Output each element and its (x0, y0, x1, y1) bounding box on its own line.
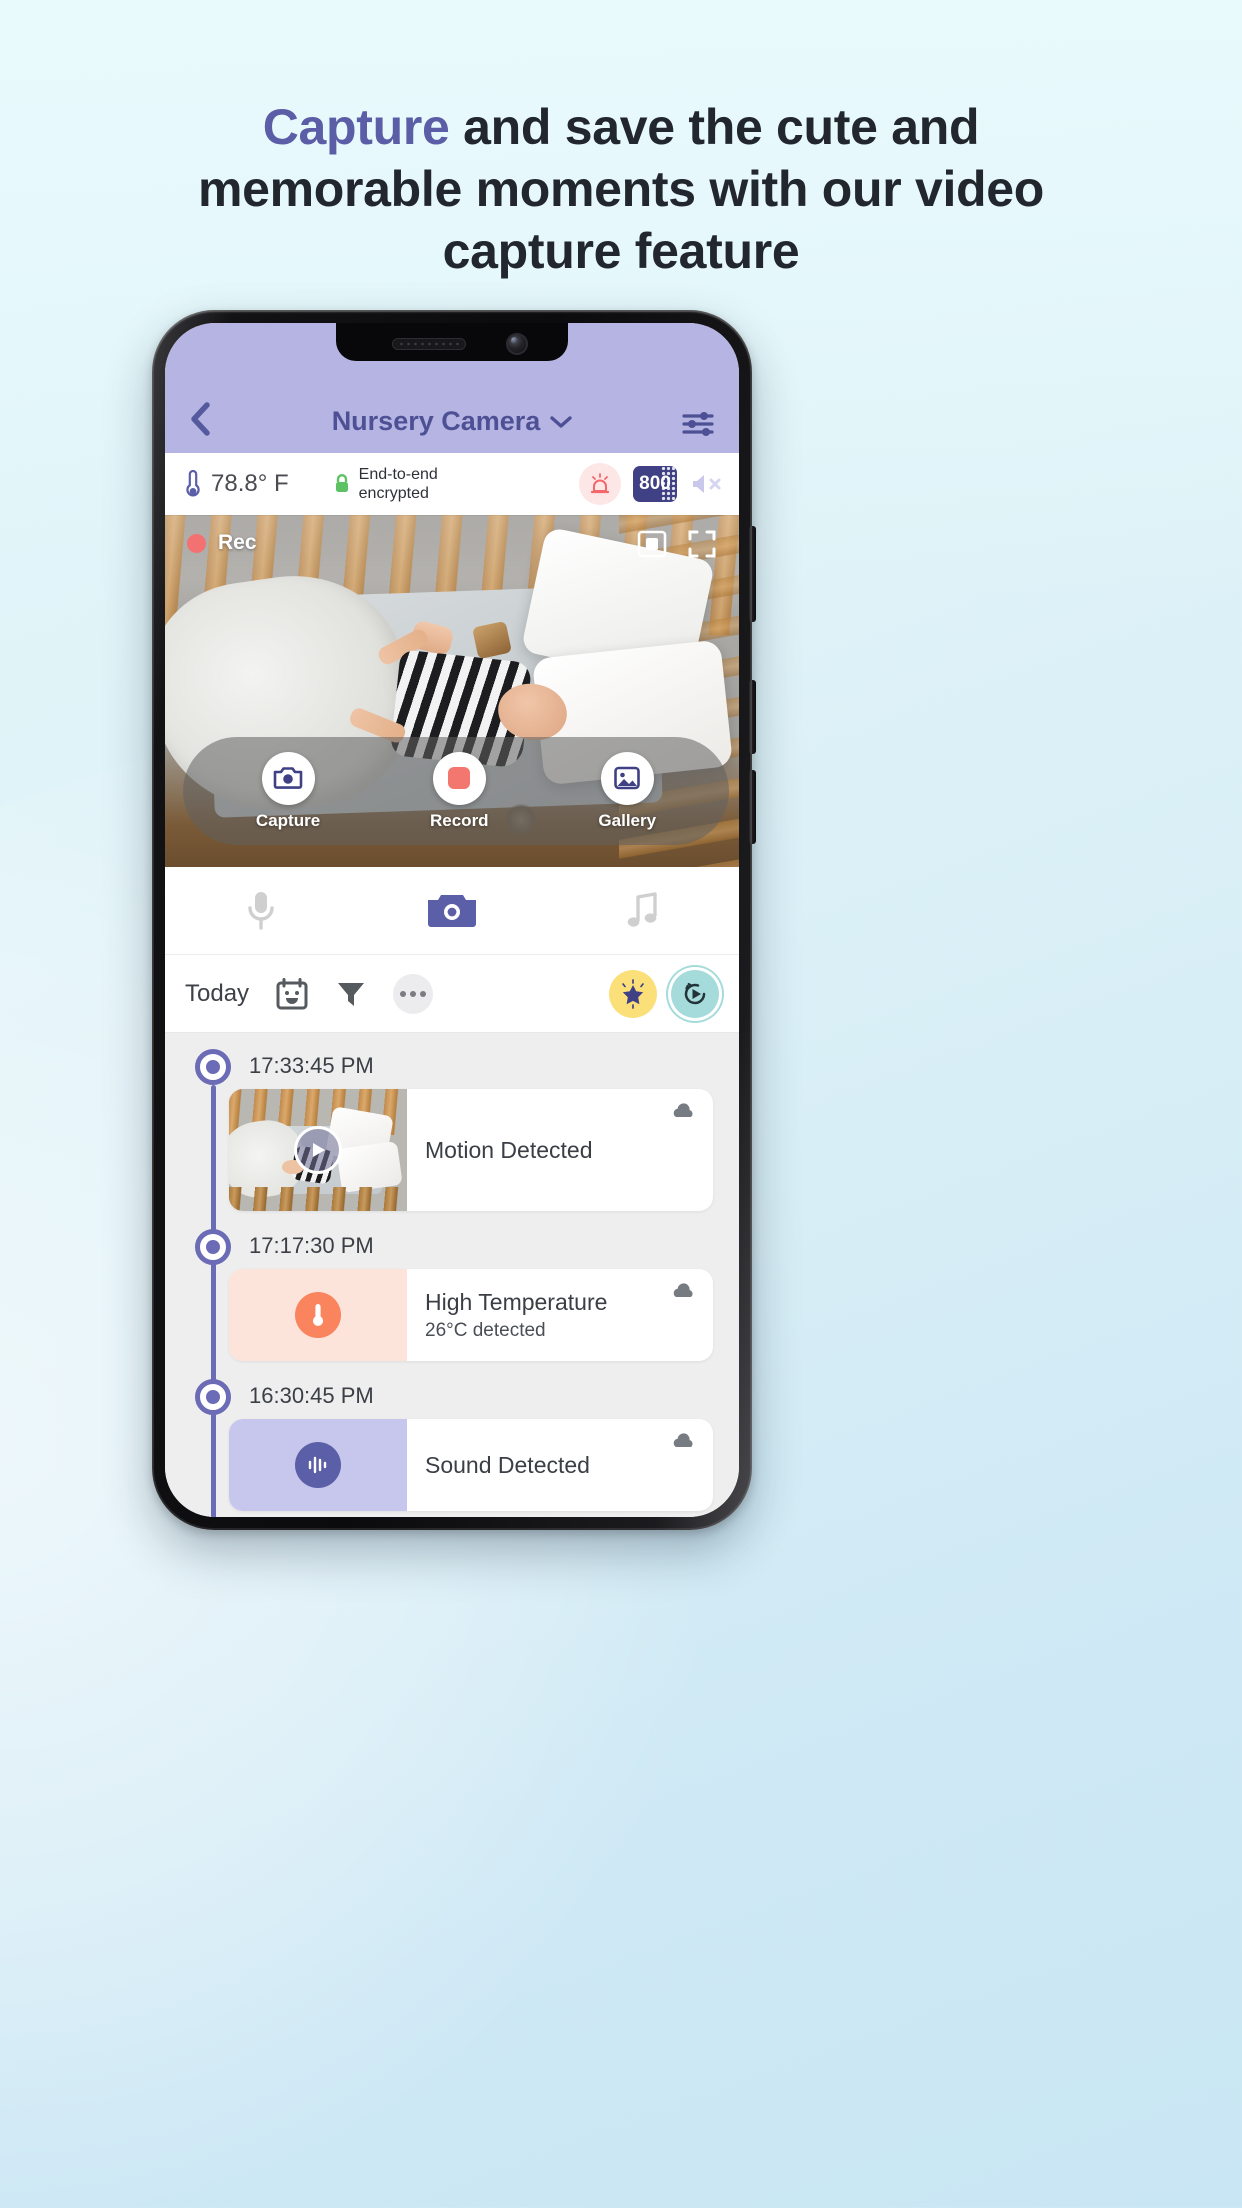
capture-button[interactable]: Capture (255, 751, 321, 831)
live-video-feed[interactable]: Rec Capture Record Gallery (165, 515, 739, 867)
timeline-node (195, 1379, 231, 1415)
event-thumbnail (229, 1419, 407, 1511)
alarm-button[interactable] (579, 463, 621, 505)
timeline-item[interactable]: 17:33:45 PM Motion Detected (165, 1049, 739, 1211)
event-title: Motion Detected (425, 1136, 593, 1163)
mode-tab-bar (165, 867, 739, 955)
timeline-item[interactable]: 17:17:30 PM High Temperature 26°C detect… (165, 1229, 739, 1361)
event-thumbnail[interactable] (229, 1089, 407, 1211)
capture-button-circle (261, 751, 315, 805)
event-thumbnail (229, 1269, 407, 1361)
sparkle-star-icon (622, 978, 644, 1009)
replay-button[interactable] (671, 969, 719, 1018)
earpiece-speaker (392, 338, 466, 350)
capture-button-label: Capture (255, 810, 321, 830)
phone-volume-up-button (749, 680, 756, 754)
funnel-icon[interactable] (335, 978, 367, 1010)
camera-icon (273, 767, 303, 789)
camera-icon (427, 894, 476, 927)
phone-notch (336, 323, 568, 361)
recording-indicator: Rec (187, 531, 257, 555)
sliders-icon (682, 412, 714, 436)
thermometer-icon (186, 469, 200, 497)
today-label[interactable]: Today (185, 980, 249, 1008)
replay-play-icon (684, 981, 706, 1004)
sound-badge (295, 1442, 341, 1488)
play-icon (313, 1143, 325, 1157)
calendar-smiley-icon[interactable] (275, 977, 309, 1011)
record-button-label: Record (430, 810, 489, 830)
chevron-left-icon (191, 402, 210, 436)
encryption-line-1: End-to-end (358, 466, 438, 483)
event-card[interactable]: Sound Detected (229, 1419, 713, 1511)
mute-button[interactable] (689, 471, 723, 497)
camera-title-label: Nursery Camera (331, 406, 541, 436)
gallery-button[interactable]: Gallery (598, 751, 657, 831)
ellipsis-icon (400, 990, 407, 997)
event-time: 17:17:30 PM (249, 1233, 374, 1258)
back-button[interactable] (189, 401, 233, 437)
timeline-node (195, 1049, 231, 1085)
encryption-line-2: encrypted (358, 485, 429, 502)
record-dot-icon (187, 533, 206, 553)
gallery-button-circle (600, 751, 654, 805)
headline-accent-word: Capture (262, 99, 450, 155)
quality-badge[interactable]: 800 (633, 466, 677, 502)
highlights-button[interactable] (609, 969, 657, 1018)
cloud-icon[interactable] (671, 1433, 697, 1451)
phone-volume-down-button (749, 770, 756, 844)
event-title: High Temperature (425, 1288, 608, 1315)
temperature-value: 78.8° F (211, 470, 289, 497)
camera-title[interactable]: Nursery Camera (233, 406, 671, 437)
speaker-mute-icon (693, 475, 721, 493)
tab-camera[interactable] (356, 889, 547, 933)
picture-in-picture-icon[interactable] (637, 529, 667, 559)
timeline-node (195, 1229, 231, 1265)
timeline-item[interactable]: 16:30:45 PM Sound Detected (165, 1379, 739, 1511)
tab-microphone[interactable] (165, 889, 356, 933)
siren-icon (590, 473, 610, 494)
thermometer-icon (313, 1304, 323, 1326)
waveform-icon (308, 1456, 327, 1474)
page-headline: Capture and save the cute and memorable … (0, 96, 1242, 282)
timeline-filter-bar: Today (165, 955, 739, 1033)
play-overlay-button[interactable] (294, 1126, 342, 1174)
phone-screen: Nursery Camera 78.8° F End-to-end encryp… (165, 323, 739, 1517)
tab-music[interactable] (548, 891, 739, 931)
record-button-circle (432, 751, 486, 805)
encryption-indicator: End-to-end encrypted (333, 465, 438, 503)
record-button[interactable]: Record (430, 751, 489, 831)
quality-badge-label: 800 (639, 473, 671, 494)
more-options-button[interactable] (393, 973, 434, 1014)
event-card[interactable]: Motion Detected (229, 1089, 713, 1211)
event-title: Sound Detected (425, 1451, 590, 1478)
info-bar-actions: 800 (579, 463, 723, 505)
chevron-down-icon (550, 415, 573, 428)
video-control-bar: Capture Record Gallery (183, 737, 729, 845)
microphone-icon (247, 891, 274, 930)
record-label: Rec (218, 531, 257, 554)
phone-power-button (749, 526, 756, 622)
cloud-icon[interactable] (671, 1283, 697, 1301)
status-info-bar: 78.8° F End-to-end encrypted 800 (165, 453, 739, 515)
record-stop-icon (448, 767, 471, 789)
gallery-button-label: Gallery (598, 810, 657, 830)
video-tools (637, 529, 717, 559)
lock-icon (335, 474, 348, 492)
settings-button[interactable] (671, 411, 715, 437)
event-time: 16:30:45 PM (249, 1383, 374, 1408)
fullscreen-icon[interactable] (687, 529, 717, 559)
event-subtitle: 26°C detected (425, 1319, 546, 1341)
front-camera (506, 333, 528, 355)
cloud-icon[interactable] (671, 1103, 697, 1121)
temperature-readout: 78.8° F (185, 469, 289, 499)
music-note-icon (628, 891, 658, 927)
phone-mockup: Nursery Camera 78.8° F End-to-end encryp… (152, 310, 756, 1530)
event-timeline: 17:33:45 PM Motion Detected 17:17:30 PM … (165, 1033, 739, 1517)
temperature-badge (295, 1292, 341, 1338)
event-card[interactable]: High Temperature 26°C detected (229, 1269, 713, 1361)
event-time: 17:33:45 PM (249, 1053, 374, 1078)
image-icon (614, 766, 641, 790)
